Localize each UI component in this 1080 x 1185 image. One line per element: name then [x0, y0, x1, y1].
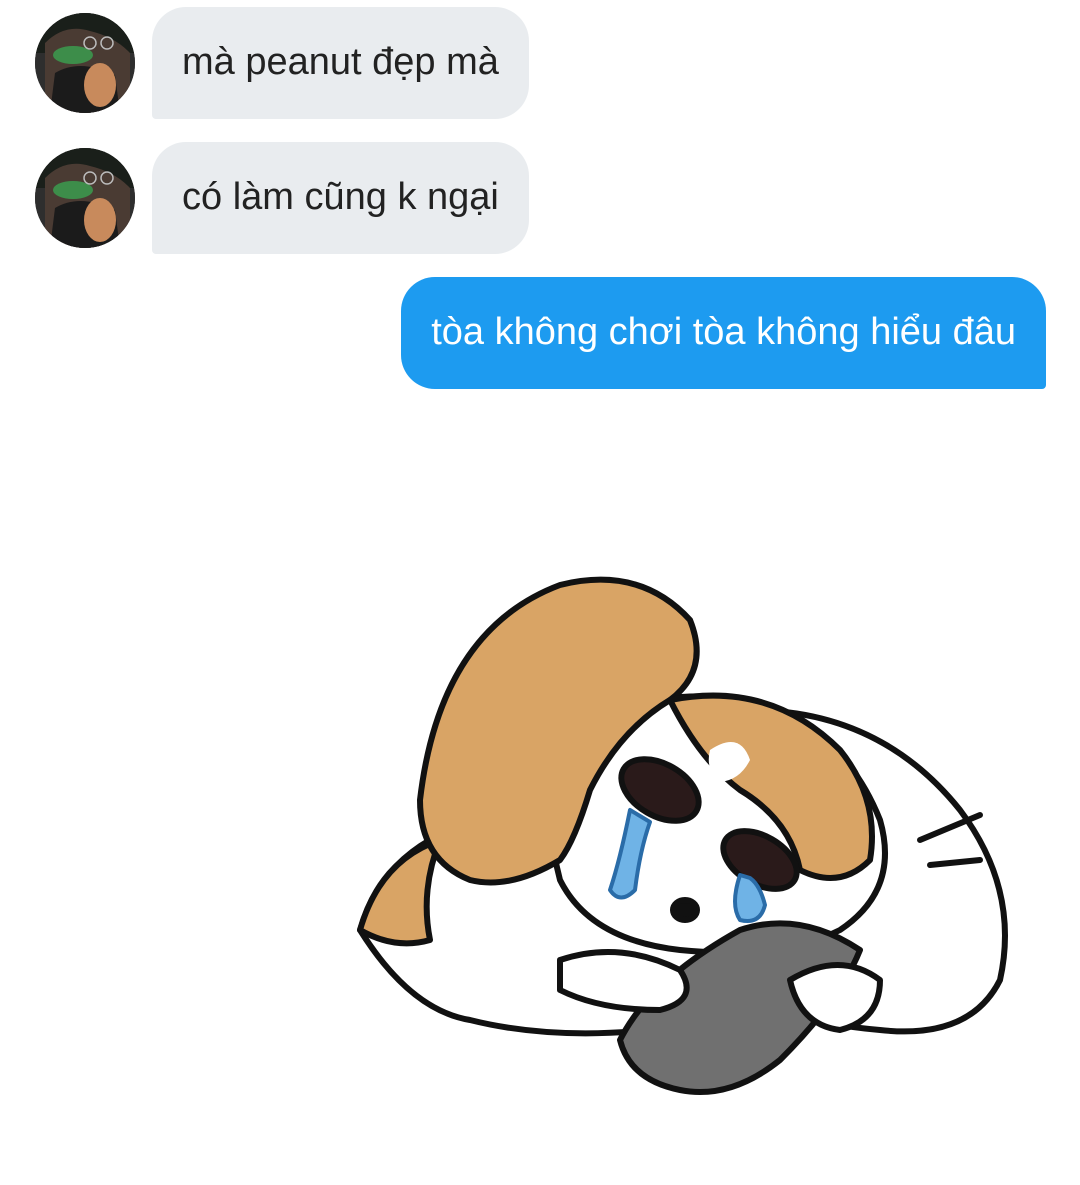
chat-thread: mà peanut đẹp mà có làm cũng k ngại tòa …: [0, 0, 1080, 1185]
message-bubble[interactable]: có làm cũng k ngại: [152, 142, 529, 254]
user-avatar[interactable]: [35, 13, 135, 113]
message-bubble[interactable]: mà peanut đẹp mà: [152, 7, 529, 119]
message-row-incoming: có làm cũng k ngại: [35, 142, 529, 254]
crying-dog-sticker[interactable]: [320, 560, 1040, 1120]
sticker-icon: [357, 576, 1008, 1095]
message-bubble-outgoing[interactable]: tòa không chơi tòa không hiểu đâu: [401, 277, 1046, 389]
message-row-outgoing: tòa không chơi tòa không hiểu đâu: [401, 277, 1046, 389]
message-row-incoming: mà peanut đẹp mà: [35, 7, 529, 119]
user-avatar[interactable]: [35, 148, 135, 248]
